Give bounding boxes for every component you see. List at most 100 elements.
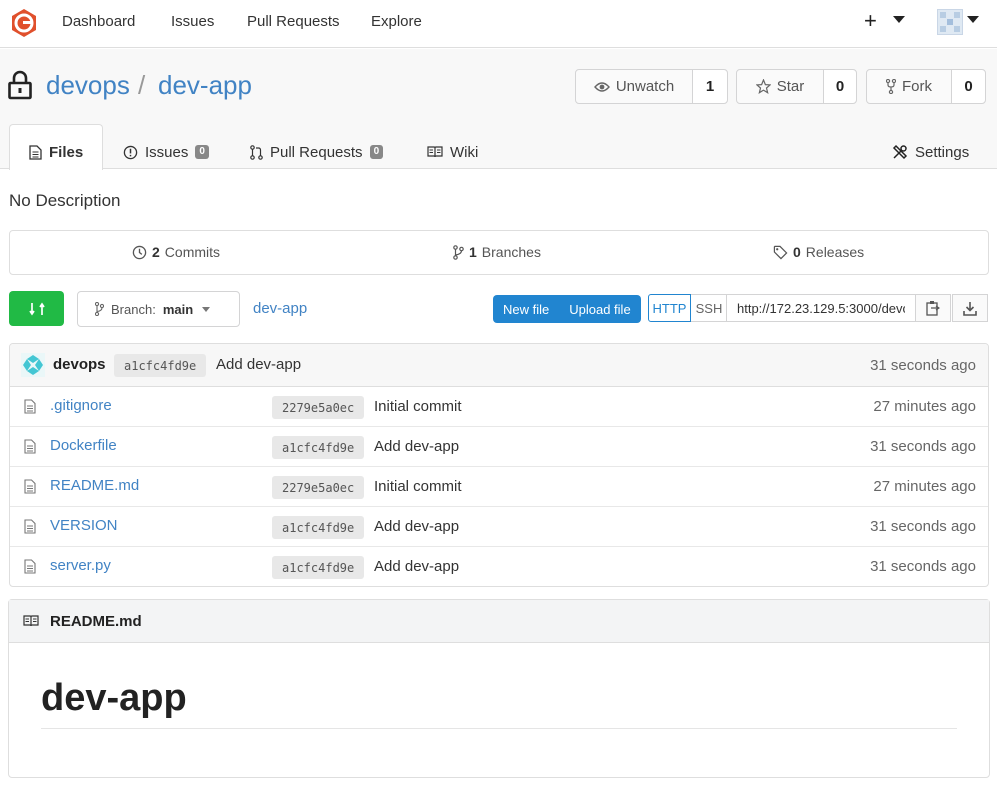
repo-path-link[interactable]: dev-app xyxy=(253,300,307,317)
user-avatar[interactable] xyxy=(937,9,963,35)
watchers-count[interactable]: 1 xyxy=(693,70,727,103)
commit-sha[interactable]: 2279e5a0ec xyxy=(272,396,365,419)
nav-explore[interactable]: Explore xyxy=(371,13,422,30)
create-caret-icon[interactable] xyxy=(893,16,905,23)
repo-path-separator: / xyxy=(138,70,146,100)
releases-stat-link[interactable]: 0 Releases xyxy=(773,244,864,260)
unwatch-label: Unwatch xyxy=(615,78,675,95)
top-navbar: Dashboard Issues Pull Requests Explore + xyxy=(0,0,997,48)
tab-wiki[interactable]: Wiki xyxy=(427,134,478,170)
readme-heading: dev-app xyxy=(41,677,187,719)
branch-name: main xyxy=(162,301,194,317)
branch-icon xyxy=(95,302,104,316)
file-table: devops a1cfc4fd9e Add dev-app 31 seconds… xyxy=(9,343,989,587)
file-name-link[interactable]: server.py xyxy=(50,557,111,574)
nav-pull-requests[interactable]: Pull Requests xyxy=(247,13,340,30)
commit-sha[interactable]: a1cfc4fd9e xyxy=(272,516,365,539)
commit-age: 31 seconds ago xyxy=(870,518,976,535)
commit-message[interactable]: Add dev-app xyxy=(374,558,459,575)
download-button[interactable] xyxy=(952,294,988,322)
file-text-icon xyxy=(29,144,42,160)
user-menu-caret-icon[interactable] xyxy=(967,16,979,23)
commit-sha[interactable]: 2279e5a0ec xyxy=(272,476,365,499)
commit-sha[interactable]: a1cfc4fd9e xyxy=(272,436,365,459)
table-row: VERSION a1cfc4fd9e Add dev-app 31 second… xyxy=(10,507,988,547)
table-row: server.py a1cfc4fd9e Add dev-app 31 seco… xyxy=(10,547,988,586)
latest-commit-sha[interactable]: a1cfc4fd9e xyxy=(114,354,207,377)
fork-label: Fork xyxy=(902,78,932,95)
repo-description: No Description xyxy=(9,191,121,210)
table-row: README.md 2279e5a0ec Initial commit 27 m… xyxy=(10,467,988,507)
releases-label: Releases xyxy=(805,244,865,260)
star-label: Star xyxy=(776,78,805,95)
commit-age: 31 seconds ago xyxy=(870,438,976,455)
branches-label: Branches xyxy=(481,244,541,260)
nav-issues[interactable]: Issues xyxy=(171,13,214,30)
clone-url-input[interactable] xyxy=(726,294,916,322)
file-icon xyxy=(24,519,36,534)
commit-sha[interactable]: a1cfc4fd9e xyxy=(272,556,365,579)
eye-icon xyxy=(593,81,610,92)
nav-dashboard[interactable]: Dashboard xyxy=(62,13,135,30)
commits-stat-link[interactable]: 2 Commits xyxy=(132,244,220,260)
tab-files-label: Files xyxy=(49,143,84,161)
fork-button-group: Fork 0 xyxy=(866,69,986,104)
copy-url-button[interactable] xyxy=(915,294,951,322)
forks-count[interactable]: 0 xyxy=(952,70,985,103)
latest-commit-message[interactable]: Add dev-app xyxy=(216,356,301,373)
commit-message[interactable]: Initial commit xyxy=(374,478,462,495)
copy-icon xyxy=(926,301,940,316)
upload-file-button[interactable]: Upload file xyxy=(559,295,640,323)
commit-message[interactable]: Add dev-app xyxy=(374,438,459,455)
file-name-link[interactable]: Dockerfile xyxy=(50,437,117,454)
ssh-clone-button[interactable]: SSH xyxy=(691,294,727,322)
file-name-link[interactable]: VERSION xyxy=(50,517,118,534)
commit-message[interactable]: Initial commit xyxy=(374,398,462,415)
file-name-link[interactable]: .gitignore xyxy=(50,397,112,414)
tab-issues[interactable]: Issues 0 xyxy=(123,134,209,170)
chevron-down-icon xyxy=(202,306,211,312)
readme-filename: README.md xyxy=(50,612,142,630)
tab-settings-label: Settings xyxy=(915,143,970,161)
http-clone-button[interactable]: HTTP xyxy=(648,294,691,322)
tab-files[interactable]: Files xyxy=(29,134,83,170)
readme-panel: README.md dev-app xyxy=(8,599,990,778)
commit-age: 27 minutes ago xyxy=(873,398,976,415)
star-button-group: Star 0 xyxy=(736,69,857,104)
branch-selector[interactable]: Branch: main xyxy=(77,291,240,327)
branch-icon xyxy=(453,244,464,260)
history-icon xyxy=(132,245,147,259)
readme-divider xyxy=(41,728,957,729)
star-button[interactable]: Star xyxy=(737,70,824,103)
new-file-button[interactable]: New file xyxy=(493,295,559,323)
file-icon xyxy=(24,439,36,454)
create-new-button[interactable]: + xyxy=(864,8,877,34)
fork-button[interactable]: Fork xyxy=(867,70,952,103)
pull-request-icon xyxy=(250,144,263,160)
tools-icon xyxy=(892,144,908,160)
file-name-link[interactable]: README.md xyxy=(50,477,139,494)
commit-author[interactable]: devops xyxy=(53,356,106,373)
commit-message[interactable]: Add dev-app xyxy=(374,518,459,535)
gitea-logo-icon[interactable] xyxy=(9,8,39,38)
watch-button-group: Unwatch 1 xyxy=(575,69,728,104)
unwatch-button[interactable]: Unwatch xyxy=(576,70,693,103)
file-actions-group: New file Upload file xyxy=(493,295,641,323)
table-row: .gitignore 2279e5a0ec Initial commit 27 … xyxy=(10,387,988,427)
latest-commit-row: devops a1cfc4fd9e Add dev-app 31 seconds… xyxy=(10,344,988,387)
alert-circle-icon xyxy=(123,145,138,159)
branches-stat-link[interactable]: 1 Branches xyxy=(453,244,541,260)
tab-pull-requests[interactable]: Pull Requests 0 xyxy=(250,134,384,170)
repo-name-link[interactable]: dev-app xyxy=(158,70,252,101)
compare-button[interactable] xyxy=(9,291,64,326)
commit-author-avatar[interactable] xyxy=(21,353,45,377)
tab-pull-requests-label: Pull Requests xyxy=(270,143,363,161)
file-icon xyxy=(24,559,36,574)
book-icon xyxy=(427,146,443,158)
repo-owner-link[interactable]: devops xyxy=(46,70,130,101)
tab-settings[interactable]: Settings xyxy=(892,134,969,170)
commit-age: 27 minutes ago xyxy=(873,478,976,495)
stars-count[interactable]: 0 xyxy=(824,70,856,103)
pull-requests-count-badge: 0 xyxy=(369,145,384,159)
commits-count: 2 xyxy=(152,244,160,260)
